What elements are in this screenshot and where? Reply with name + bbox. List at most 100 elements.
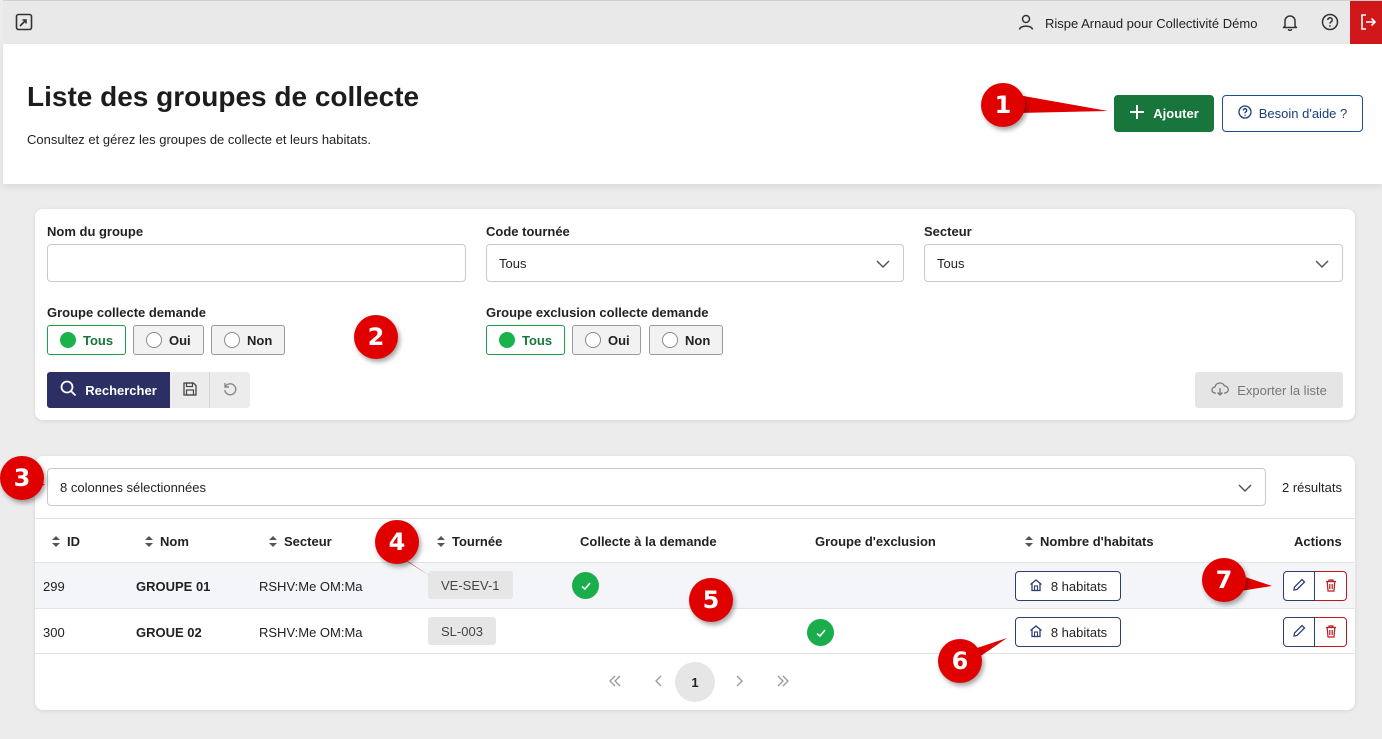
secteur-label: Secteur [924,224,972,239]
chevron-down-icon [875,256,891,275]
chevrons-right-icon [776,674,790,690]
annotation-badge: 5 [689,578,733,622]
radio-dot-icon [499,332,515,348]
pencil-icon [1292,624,1306,641]
columns-select[interactable]: 8 colonnes sélectionnées [47,468,1266,506]
annotation-badge: 3 [0,456,44,500]
bell-icon[interactable] [1281,13,1299,34]
annotation-badge: 2 [354,315,398,359]
column-header-id[interactable]: ID [52,534,80,549]
user-name: Rispe Arnaud pour Collectivité Démo [1045,16,1258,31]
question-circle-icon [1238,105,1252,122]
cell-secteur: RSHV:Me OM:Ma [259,579,363,594]
sort-icon [145,536,153,547]
radio-label: Non [685,332,711,348]
radio-label: Tous [83,332,114,348]
radio-label: Oui [169,332,191,348]
trash-icon [1324,624,1338,641]
save-filters-button[interactable] [170,372,210,408]
check-icon [572,572,599,599]
chevrons-left-icon [608,674,622,690]
logout-icon [1359,13,1377,34]
plus-icon [1129,104,1145,123]
radio-label: Non [247,332,273,348]
results-count: 2 résultats [1282,480,1342,495]
user-icon [1017,13,1035,34]
edit-button[interactable] [1283,617,1315,647]
help-icon[interactable] [1321,13,1339,34]
column-header-actions: Actions [1294,534,1342,549]
add-button[interactable]: Ajouter [1114,95,1214,132]
pagination: 1 [595,662,795,702]
search-button[interactable]: Rechercher [47,372,170,408]
habitats-button[interactable]: 8 habitats [1015,617,1121,647]
column-header-nom[interactable]: Nom [145,534,189,549]
page-1-button[interactable]: 1 [675,662,715,702]
column-header-tournee[interactable]: Tournée [437,534,502,549]
tournee-pill: VE-SEV-1 [428,571,513,599]
home-icon [1029,578,1043,595]
habitats-label: 8 habitats [1050,578,1108,594]
cell-id: 300 [43,625,65,640]
column-header-secteur[interactable]: Secteur [269,534,332,549]
exclusion-label: Groupe exclusion collecte demande [486,305,709,320]
nom-input[interactable] [47,244,466,282]
columns-select-value: 8 colonnes sélectionnées [60,479,206,495]
save-icon [182,381,198,400]
cell-nom: GROUPE 01 [136,579,211,594]
chevron-down-icon [1237,480,1253,499]
column-header-nombre-habitats[interactable]: Nombre d'habitats [1025,534,1154,549]
edit-button[interactable] [1283,571,1315,601]
code-tournee-select[interactable]: Tous [486,244,904,282]
radio-dot-icon [662,332,678,348]
radio-dot-icon [60,332,76,348]
radio-dot-icon [146,332,162,348]
prev-page-button[interactable] [639,662,679,702]
column-header-collecte-demande: Collecte à la demande [580,534,717,549]
check-icon [807,619,834,646]
logout-button[interactable] [1350,1,1382,45]
delete-button[interactable] [1315,617,1347,647]
cloud-download-icon [1211,381,1230,400]
cell-secteur: RSHV:Me OM:Ma [259,625,363,640]
chevron-left-icon [654,674,664,690]
row-actions [1283,617,1347,647]
radio-dot-icon [224,332,240,348]
next-page-button[interactable] [719,662,759,702]
top-bar: Rispe Arnaud pour Collectivité Démo [3,0,1382,45]
column-header-groupe-exclusion: Groupe d'exclusion [815,534,936,549]
help-button-label: Besoin d'aide ? [1258,106,1348,121]
exclusion-radio-oui[interactable]: Oui [572,325,641,355]
add-button-label: Ajouter [1153,106,1199,121]
reset-filters-button[interactable] [210,372,250,408]
help-button[interactable]: Besoin d'aide ? [1222,95,1363,132]
demande-label: Groupe collecte demande [47,305,206,320]
secteur-select[interactable]: Tous [924,244,1343,282]
user-menu[interactable]: Rispe Arnaud pour Collectivité Démo [1017,13,1257,34]
exclusion-radio-non[interactable]: Non [649,325,723,355]
code-tournee-value: Tous [499,255,527,271]
demande-radio-non[interactable]: Non [211,325,285,355]
demande-radio-oui[interactable]: Oui [133,325,204,355]
demande-radio-tous[interactable]: Tous [47,325,126,355]
search-button-label: Rechercher [85,382,157,398]
sort-icon [269,536,277,547]
export-button[interactable]: Exporter la liste [1195,372,1343,408]
secteur-value: Tous [937,255,965,271]
annotation-badge: 7 [1202,558,1246,602]
exclusion-radio-tous[interactable]: Tous [486,325,565,355]
annotation-badge: 4 [375,520,419,564]
annotation-badge: 6 [938,639,982,683]
expand-icon[interactable] [15,13,33,31]
row-actions [1283,571,1347,601]
trash-icon [1324,578,1338,595]
delete-button[interactable] [1315,571,1347,601]
habitats-button[interactable]: 8 habitats [1015,571,1121,601]
tournee-pill: SL-003 [428,617,496,645]
radio-dot-icon [585,332,601,348]
last-page-button[interactable] [763,662,803,702]
table-header: ID Nom Secteur Tournée Collecte à la dem… [35,518,1355,562]
sort-icon [1025,536,1033,547]
first-page-button[interactable] [595,662,635,702]
export-button-label: Exporter la liste [1237,382,1327,398]
